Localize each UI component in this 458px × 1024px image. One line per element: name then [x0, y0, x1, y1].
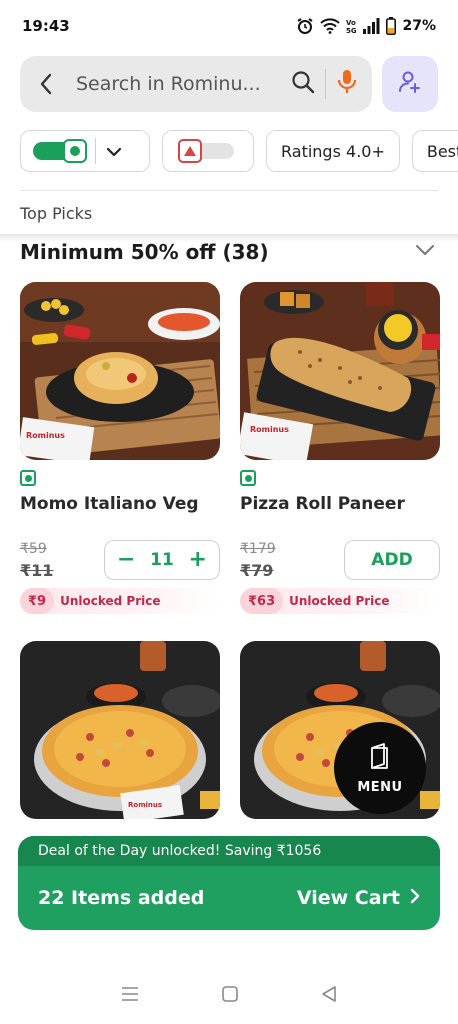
add-profile-button[interactable] — [382, 56, 438, 112]
bestseller-filter-chip[interactable]: Bestse — [411, 130, 458, 172]
search-input[interactable]: Search in Rominu... — [76, 73, 291, 95]
divider — [20, 190, 438, 191]
back-arrow-icon[interactable] — [34, 73, 58, 95]
quantity-value: 11 — [150, 550, 174, 570]
unlocked-price-badge: ₹9 Unlocked Price — [20, 588, 220, 614]
product-image[interactable]: Rominus — [240, 282, 440, 460]
add-button[interactable]: ADD — [344, 540, 440, 580]
status-icons: Vo 5G 27% — [296, 17, 436, 35]
view-cart-button[interactable]: View Cart — [297, 887, 420, 909]
product-card[interactable]: Rominus Pizza Roll Paneer ₹179 ₹79 ADD ₹… — [240, 282, 440, 614]
back-nav-icon[interactable] — [321, 986, 337, 1006]
alarm-icon — [296, 17, 314, 35]
chevron-down-icon[interactable] — [414, 242, 436, 261]
status-bar: 19:43 Vo 5G 27% — [0, 0, 458, 52]
cart-items-count: 22 Items added — [38, 887, 205, 909]
svg-text:Vo: Vo — [346, 19, 356, 27]
filter-chips: Ratings 4.0+ Bestse — [20, 130, 458, 172]
original-price: ₹59 — [20, 540, 47, 557]
cart-bar[interactable]: Deal of the Day unlocked! Saving ₹1056 2… — [18, 836, 440, 930]
menu-label: MENU — [357, 779, 403, 795]
nonveg-filter-chip[interactable] — [162, 130, 254, 172]
battery-percent: 27% — [402, 18, 436, 34]
view-cart-label: View Cart — [296, 887, 400, 909]
menu-button[interactable]: MENU — [334, 722, 426, 814]
unlocked-price-label: Unlocked Price — [289, 594, 390, 608]
chevron-down-icon[interactable] — [106, 142, 122, 161]
svg-text:Rominus: Rominus — [250, 425, 289, 434]
menu-book-icon — [369, 742, 391, 774]
discounted-price: ₹79 — [240, 560, 274, 580]
status-time: 19:43 — [22, 17, 70, 35]
unlocked-price-label: Unlocked Price — [60, 594, 161, 608]
home-icon[interactable] — [222, 986, 238, 1006]
chevron-right-icon — [410, 887, 420, 909]
increase-button[interactable]: + — [189, 549, 207, 571]
system-nav-bar — [0, 984, 458, 1008]
veg-filter-chip[interactable] — [20, 130, 150, 172]
search-bar[interactable]: Search in Rominu... — [20, 56, 372, 112]
product-card[interactable]: Rominus Momo Italiano Veg ₹59 ₹11 − 11 +… — [20, 282, 220, 614]
veg-indicator-icon — [240, 470, 256, 486]
nonveg-toggle[interactable] — [178, 139, 234, 163]
mic-icon[interactable] — [336, 69, 358, 99]
quantity-stepper[interactable]: − 11 + — [104, 540, 220, 580]
svg-text:Rominus: Rominus — [128, 801, 162, 809]
discounted-price: ₹11 — [20, 560, 54, 580]
unlocked-price-badge: ₹63 Unlocked Price — [240, 588, 440, 614]
add-profile-icon — [398, 70, 422, 98]
unlocked-price-value: ₹63 — [240, 588, 284, 614]
search-icon[interactable] — [291, 70, 315, 98]
deal-banner: Deal of the Day unlocked! Saving ₹1056 — [18, 836, 440, 866]
section-title: Minimum 50% off (38) — [20, 240, 269, 264]
original-price: ₹179 — [240, 540, 276, 557]
top-picks-heading: Top Picks — [20, 204, 93, 223]
product-card[interactable]: Rominus — [20, 641, 220, 819]
veg-indicator-icon — [20, 470, 36, 486]
product-name: Momo Italiano Veg — [20, 494, 199, 514]
product-image[interactable]: Rominus — [20, 282, 220, 460]
product-image[interactable]: Rominus — [20, 641, 220, 819]
search-row: Search in Rominu... — [20, 56, 438, 112]
product-name: Pizza Roll Paneer — [240, 494, 405, 514]
veg-toggle[interactable] — [33, 139, 87, 163]
svg-text:Rominus: Rominus — [26, 431, 65, 440]
unlocked-price-value: ₹9 — [20, 588, 55, 614]
search-divider — [325, 69, 326, 99]
wifi-icon — [320, 18, 341, 34]
volte-icon: Vo 5G — [346, 18, 356, 34]
signal-icon — [362, 18, 380, 34]
ratings-filter-chip[interactable]: Ratings 4.0+ — [266, 130, 400, 172]
recents-icon[interactable] — [121, 986, 139, 1006]
battery-icon — [386, 17, 397, 35]
decrease-button[interactable]: − — [117, 549, 135, 571]
svg-text:5G: 5G — [346, 27, 356, 34]
